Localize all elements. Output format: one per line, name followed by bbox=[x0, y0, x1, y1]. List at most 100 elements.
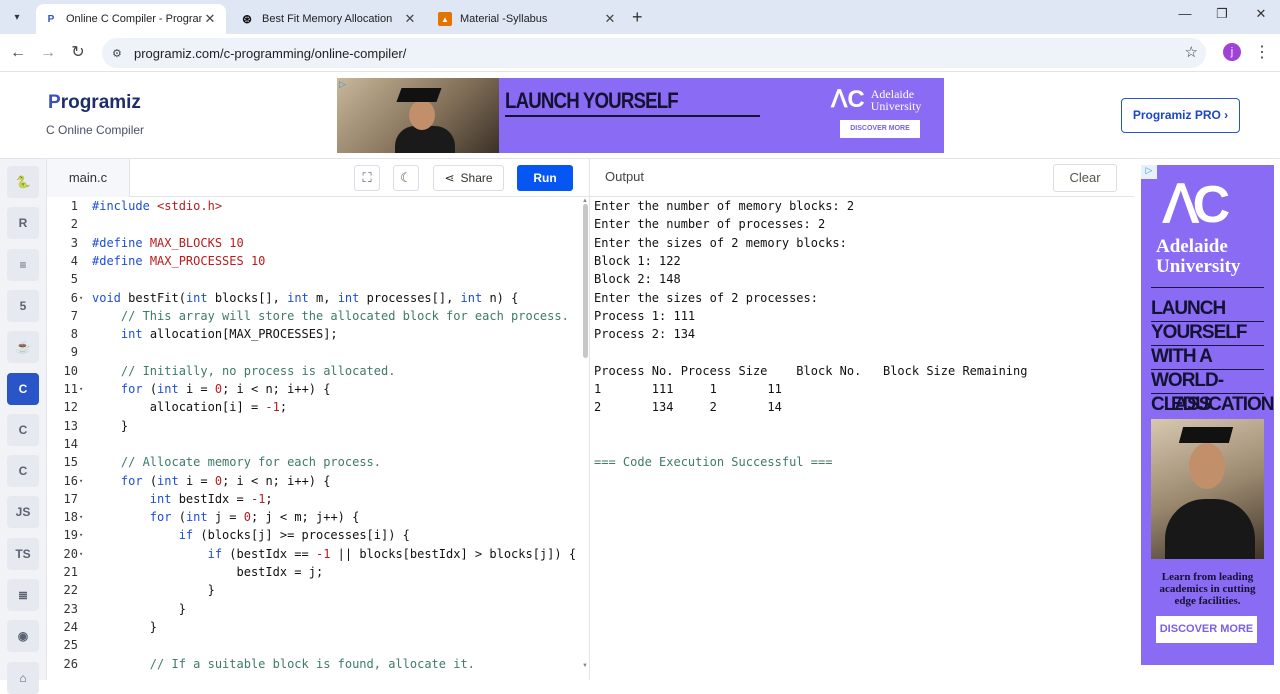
code-line: 6 ▾ void bestFit(int blocks[], int m, int … bbox=[47, 289, 587, 307]
dark-mode-icon[interactable]: ☾ bbox=[393, 165, 419, 191]
code-text: void bestFit(int blocks[], int m, int pr… bbox=[92, 290, 519, 305]
new-tab-icon[interactable]: + bbox=[632, 7, 643, 28]
fold-toggle-icon[interactable]: ▾ bbox=[79, 289, 87, 307]
fold-toggle-icon[interactable]: ▾ bbox=[79, 545, 87, 563]
side-ad-headline-5: EDUCATION bbox=[1171, 394, 1274, 415]
clear-button[interactable]: Clear bbox=[1053, 164, 1117, 192]
close-tab-icon[interactable]: ✕ bbox=[202, 11, 218, 27]
output-line: 1 111 1 11 bbox=[594, 382, 782, 396]
code-line: 14 bbox=[47, 435, 587, 453]
window-close-icon[interactable]: ✕ bbox=[1246, 6, 1276, 22]
back-icon[interactable]: ← bbox=[7, 42, 29, 64]
output-line: === Code Execution Successful === bbox=[594, 455, 833, 470]
language-c-icon[interactable]: C bbox=[7, 372, 39, 405]
code-line: 25 bbox=[47, 636, 587, 654]
language-swift-icon[interactable]: ⌂ bbox=[7, 661, 39, 694]
line-number: 17 bbox=[63, 491, 78, 506]
side-ad-discover-button[interactable]: DISCOVER MORE bbox=[1156, 616, 1257, 643]
output-line: Enter the sizes of 2 processes: bbox=[594, 290, 818, 305]
ad-choices-icon[interactable]: ▷ bbox=[339, 79, 346, 90]
code-text: bestIdx = j; bbox=[92, 565, 324, 579]
code-line: 10 // Initially, no process is allocated… bbox=[47, 362, 587, 380]
ad-discover-button[interactable]: DISCOVER MORE bbox=[840, 120, 920, 138]
code-text: #define MAX_PROCESSES 10 bbox=[92, 253, 266, 268]
ad-choices-icon[interactable]: ▷ bbox=[1141, 165, 1157, 179]
code-line: 23 } bbox=[47, 600, 587, 618]
share-button[interactable]: ⋖ Share bbox=[433, 165, 504, 191]
programiz-logo[interactable]: Programiz bbox=[48, 92, 141, 114]
adelaide-mark-icon: ᐱC bbox=[1163, 176, 1230, 234]
logo-p: P bbox=[48, 92, 61, 113]
ad-headline: LAUNCH YOURSELF bbox=[505, 88, 679, 113]
minimize-icon[interactable]: — bbox=[1170, 6, 1200, 21]
language-sql-icon[interactable]: ≡ bbox=[7, 248, 39, 281]
language-python-icon[interactable]: 🐍 bbox=[7, 166, 39, 198]
code-text: allocation[i] = -1; bbox=[92, 400, 288, 415]
ad-divider bbox=[1151, 287, 1264, 288]
fold-toggle-icon[interactable]: ▾ bbox=[79, 508, 87, 526]
ad-banner[interactable]: ▷ LAUNCH YOURSELF ᐱC Adelaide University … bbox=[337, 78, 944, 153]
browser-menu-icon[interactable]: ⋮ bbox=[1254, 42, 1270, 62]
code-text: for (int i = 0; i < n; i++) { bbox=[120, 473, 331, 488]
reload-icon[interactable]: ↻ bbox=[67, 42, 89, 64]
line-number: 3 bbox=[70, 235, 78, 250]
code-line: 17 int bestIdx = -1; bbox=[47, 490, 587, 508]
fullscreen-icon[interactable]: ⛶ bbox=[354, 165, 380, 191]
language-csharp-icon[interactable]: C bbox=[7, 455, 39, 488]
scroll-down-icon[interactable]: ▼ bbox=[582, 663, 588, 669]
code-line: 16 ▾ for (int i = 0; i < n; i++) { bbox=[47, 472, 587, 490]
fold-toggle-icon[interactable]: ▾ bbox=[79, 526, 87, 544]
code-line: 12 allocation[i] = -1; bbox=[47, 398, 587, 416]
bookmark-star-icon[interactable]: ☆ bbox=[1185, 43, 1198, 61]
url-text: programiz.com/c-programming/online-compi… bbox=[134, 45, 407, 61]
line-number: 25 bbox=[63, 638, 78, 653]
url-input[interactable]: ⚙ programiz.com/c-programming/online-com… bbox=[102, 38, 1206, 68]
browser-tab-best-fit[interactable]: ⊛ Best Fit Memory Allocation ✕ bbox=[232, 4, 426, 34]
language-cpp-icon[interactable]: C bbox=[7, 413, 39, 446]
site-header: Programiz C Online Compiler ▷ LAUNCH YOU… bbox=[0, 72, 1280, 159]
line-number: 10 bbox=[63, 363, 78, 378]
language-ts-icon[interactable]: TS bbox=[7, 537, 39, 570]
maximize-icon[interactable]: ❐ bbox=[1207, 6, 1237, 22]
close-tab-icon[interactable]: ✕ bbox=[402, 11, 418, 27]
editor-toolbar: main.c ⛶ ☾ ⋖ Share Run bbox=[47, 159, 589, 197]
site-info-icon[interactable]: ⚙ bbox=[112, 47, 126, 60]
fold-toggle-icon[interactable]: ▾ bbox=[79, 380, 87, 398]
profile-avatar[interactable]: j bbox=[1223, 43, 1241, 61]
run-button[interactable]: Run bbox=[517, 165, 573, 191]
language-go-icon[interactable]: ≣ bbox=[7, 579, 39, 611]
language-java-icon[interactable]: ☕ bbox=[7, 331, 39, 364]
tab-search-dropdown-icon[interactable]: ▾ bbox=[6, 6, 28, 28]
browser-tab-material[interactable]: ▲ Material -Syllabus ✕ bbox=[430, 4, 626, 34]
line-number: 12 bbox=[63, 400, 78, 415]
browser-tab-programiz[interactable]: P Online C Compiler - Programiz ✕ bbox=[36, 4, 226, 34]
code-text: // If a suitable block is found, allocat… bbox=[149, 656, 475, 671]
classroom-icon: ▲ bbox=[438, 12, 452, 26]
line-number: 26 bbox=[63, 656, 78, 671]
side-ad-photo bbox=[1151, 419, 1264, 559]
line-number: 19 bbox=[63, 528, 78, 543]
language-r-icon[interactable]: R bbox=[7, 207, 39, 240]
side-ad-headline-3: WITH A bbox=[1151, 346, 1213, 367]
fold-toggle-icon[interactable]: ▾ bbox=[79, 472, 87, 490]
code-line: 18 ▾ for (int j = 0; j < m; j++) { bbox=[47, 508, 587, 526]
line-number: 11 bbox=[63, 382, 78, 396]
close-tab-icon[interactable]: ✕ bbox=[602, 11, 618, 27]
output-line: Block 2: 148 bbox=[594, 272, 681, 287]
code-text: for (int j = 0; j < m; j++) { bbox=[149, 510, 360, 525]
code-text: // This array will store the allocated b… bbox=[120, 308, 569, 323]
side-ad[interactable]: ▷ ᐱC Adelaide University LAUNCH YOURSELF … bbox=[1141, 165, 1274, 665]
editor-scrollbar[interactable] bbox=[583, 204, 588, 358]
forward-icon[interactable]: → bbox=[37, 42, 59, 64]
code-line: 7 // This array will store the allocated… bbox=[47, 307, 587, 325]
output-header: Output Clear bbox=[589, 159, 1134, 197]
programiz-pro-button[interactable]: Programiz PRO › bbox=[1121, 98, 1240, 133]
line-number: 24 bbox=[63, 619, 78, 634]
language-js-icon[interactable]: JS bbox=[7, 496, 39, 529]
side-ad-university: Adelaide University bbox=[1156, 237, 1240, 277]
side-ad-headline-2: YOURSELF bbox=[1151, 322, 1247, 343]
file-tab-main-c[interactable]: main.c bbox=[47, 159, 130, 197]
language-html-icon[interactable]: 5 bbox=[7, 289, 39, 322]
language-php-icon[interactable]: ◉ bbox=[7, 620, 39, 653]
code-editor[interactable]: 1 #include <stdio.h> 2 3 #define MAX_BLOCKS … bbox=[47, 197, 589, 680]
